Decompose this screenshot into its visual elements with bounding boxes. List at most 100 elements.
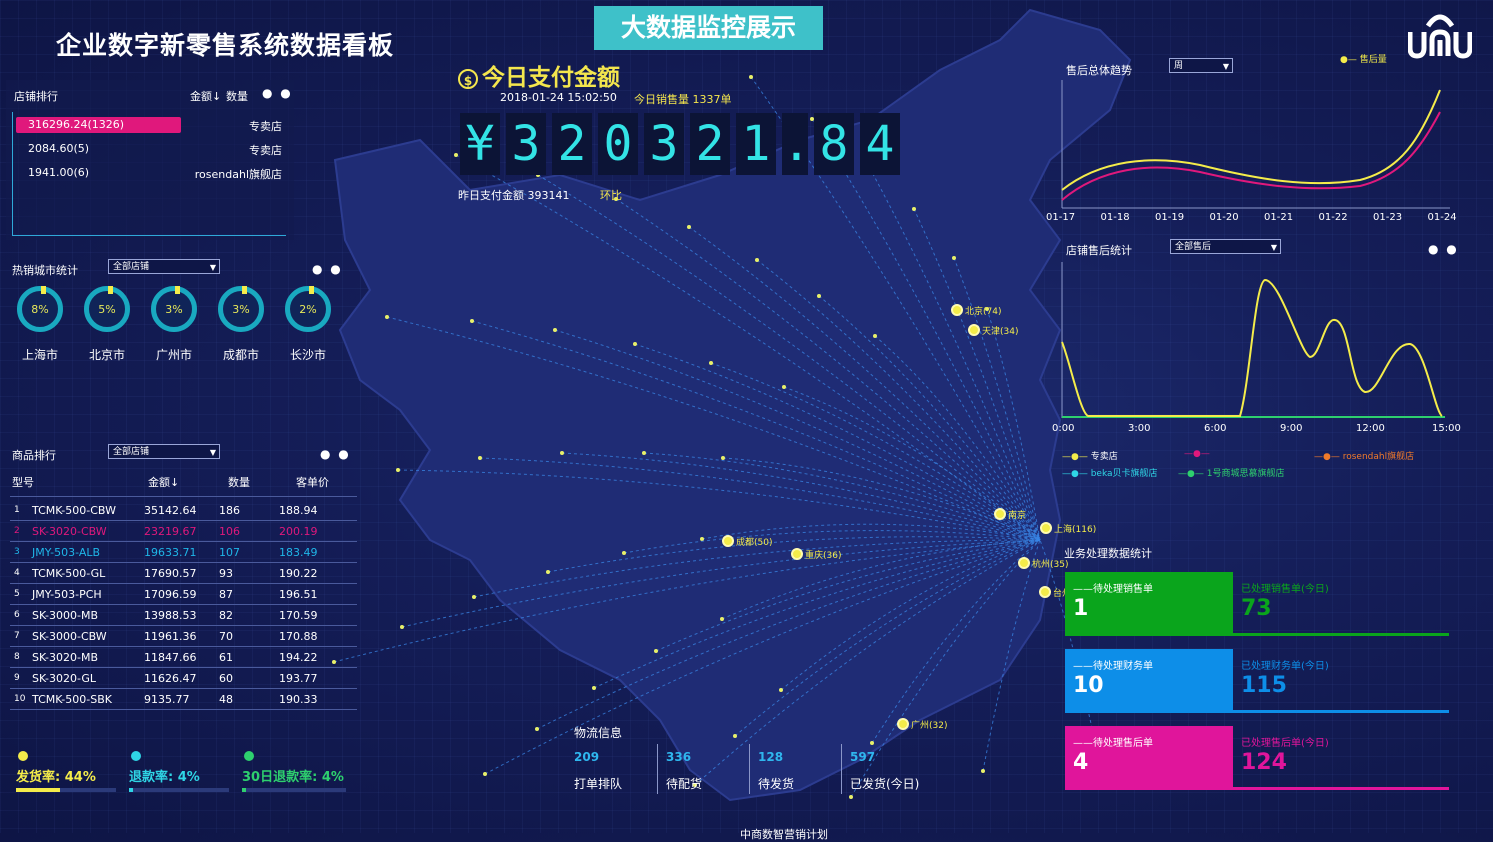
city-label[interactable]: 成都(50) [736,535,772,548]
city-label[interactable]: 广州(32) [911,718,947,731]
card-underline [1233,710,1449,713]
origin-dot [385,315,389,319]
store-after-sales-chart [1061,262,1445,418]
legend-label: 专卖店 [1090,452,1118,462]
processed-label: 已处理售后单(今日) [1241,738,1329,749]
cell-price: 183.49 [279,541,357,563]
origin-dot [642,451,646,455]
table-row[interactable]: 1 TCMK-500-CBW 35142.64 186 188.94 [10,500,357,521]
trend-line-pink [1061,111,1441,201]
sort-amount-button[interactable]: 金额↓ [190,88,221,104]
origin-dot [483,772,487,776]
refund-rate: 退款率: 4% [129,751,229,792]
legend-item[interactable]: —●— beka贝卡旗舰店 [1062,466,1158,479]
city-marker [994,508,1006,520]
store-type: 专卖店 [249,120,282,133]
cell-amount: 19633.71 [144,541,219,563]
after-sales-type-select[interactable]: 全部售后 ▼ [1170,239,1281,254]
legend-marker: —●— [1314,452,1343,462]
list-item[interactable]: 2084.60(5) 专卖店 [16,141,286,157]
cell-amount: 11961.36 [144,625,219,647]
chevron-down-icon: ▼ [209,263,216,272]
amount-digit: 8 [814,113,854,175]
table-row[interactable]: 7 SK-3000-CBW 11961.36 70 170.88 [10,625,357,647]
pager-dots[interactable]: ● ● [1428,242,1459,256]
pager-dots[interactable]: ● ● [312,262,343,276]
legend-item[interactable]: —●— rosendahl旗舰店 [1314,449,1414,462]
city-ring-changsha: 2% 长沙市 [280,286,336,363]
amount-digit: 2 [690,113,730,175]
city-label[interactable]: 上海(116) [1054,522,1096,535]
cell-price: 190.22 [279,562,357,584]
pager-dots[interactable]: ● ● [320,447,351,461]
origin-dot [687,225,691,229]
store-type: rosendahl旗舰店 [194,168,282,181]
city-name: 长沙市 [289,348,326,362]
logistics-label: 已发货(今日) [850,777,920,791]
legend-item[interactable]: —●— 专卖店 [1062,449,1118,462]
origin-dot [470,319,474,323]
city-label[interactable]: 天津(34) [982,324,1018,337]
yesterday-amount: 昨日支付金额 393141 [458,189,570,202]
hot-city-store-select[interactable]: 全部店铺 ▼ [108,259,220,274]
cell-qty: 93 [219,562,279,584]
store-after-sales-x-tick: 6:00 [1204,423,1227,434]
table-row[interactable]: 5 JMY-503-PCH 17096.59 87 196.51 [10,583,357,605]
city-label[interactable]: 北京(74) [965,304,1001,317]
cell-model: SK-3020-GL [32,667,144,689]
table-row[interactable]: 2 SK-3020-CBW 23219.67 106 200.19 [10,520,357,542]
cell-qty: 87 [219,583,279,605]
chevron-down-icon: ▼ [1270,243,1277,252]
cell-qty: 61 [219,646,279,668]
store-after-sales-x-tick: 3:00 [1128,423,1151,434]
origin-dot [560,451,564,455]
legend-item[interactable]: —●— 1号商城思慕旗舰店 [1178,466,1284,479]
business-title: 业务处理数据统计 [1064,547,1152,560]
today-sales: 今日销售量 1337单 [634,93,732,106]
city-label[interactable]: 杭州(35) [1032,557,1068,570]
legend-item[interactable]: —●— [1184,449,1210,459]
cell-amount: 17096.59 [144,583,219,605]
city-percent: 2% [299,303,317,316]
sort-qty-button[interactable]: 数量 [226,88,248,104]
city-percent: 3% [232,303,250,316]
city-label[interactable]: 重庆(36) [805,548,841,561]
origin-dot [396,468,400,472]
city-marker [968,324,980,336]
select-value: 全部售后 [1175,242,1212,252]
origin-dot [873,334,877,338]
origin-dot [654,649,658,653]
business-card[interactable]: ——待处理财务单 10 已处理财务单(今日) 115 [1065,649,1449,713]
trend-legend: ●— 售后量 [1340,55,1387,65]
cell-i: 4 [10,562,32,584]
legend-marker: —●— [1178,469,1207,479]
table-row[interactable]: 4 TCMK-500-GL 17690.57 93 190.22 [10,562,357,584]
table-row[interactable]: 9 SK-3020-GL 11626.47 60 193.77 [10,667,357,689]
city-marker [791,548,803,560]
amount-digit: 3 [506,113,546,175]
product-store-select[interactable]: 全部店铺 ▼ [108,444,220,459]
processed-label: 已处理销售单(今日) [1241,584,1329,595]
table-row[interactable]: 3 JMY-503-ALB 19633.71 107 183.49 [10,541,357,563]
col-amount[interactable]: 金额↓ [148,474,179,490]
pager-dots[interactable]: ● ● [262,86,293,100]
legend-marker: —●— [1062,469,1091,479]
table-row[interactable]: 8 SK-3020-MB 11847.66 61 194.22 [10,646,357,668]
business-card[interactable]: ——待处理售后单 4 已处理售后单(今日) 124 [1065,726,1449,790]
list-item[interactable]: 1941.00(6) rosendahl旗舰店 [16,165,286,181]
cell-i: 3 [10,541,32,563]
business-card[interactable]: ——待处理销售单 1 已处理销售单(今日) 73 [1065,572,1449,636]
cell-qty: 107 [219,541,279,563]
cell-model: TCMK-500-SBK [32,688,144,710]
city-label[interactable]: 南京 [1008,508,1026,521]
chevron-down-icon: ▼ [209,448,216,457]
card-left: ——待处理财务单 10 [1065,649,1233,713]
trend-x-tick: 01-20 [1209,212,1239,223]
table-row[interactable]: 6 SK-3000-MB 13988.53 82 170.59 [10,604,357,626]
table-row[interactable]: 10 TCMK-500-SBK 9135.77 48 190.33 [10,688,357,710]
cell-amount: 11847.66 [144,646,219,668]
origin-dot [733,734,737,738]
list-item[interactable]: 316296.24(1326) 专卖店 [16,117,286,133]
city-name: 上海市 [21,348,58,362]
trend-period-select[interactable]: 周 ▼ [1169,58,1233,73]
